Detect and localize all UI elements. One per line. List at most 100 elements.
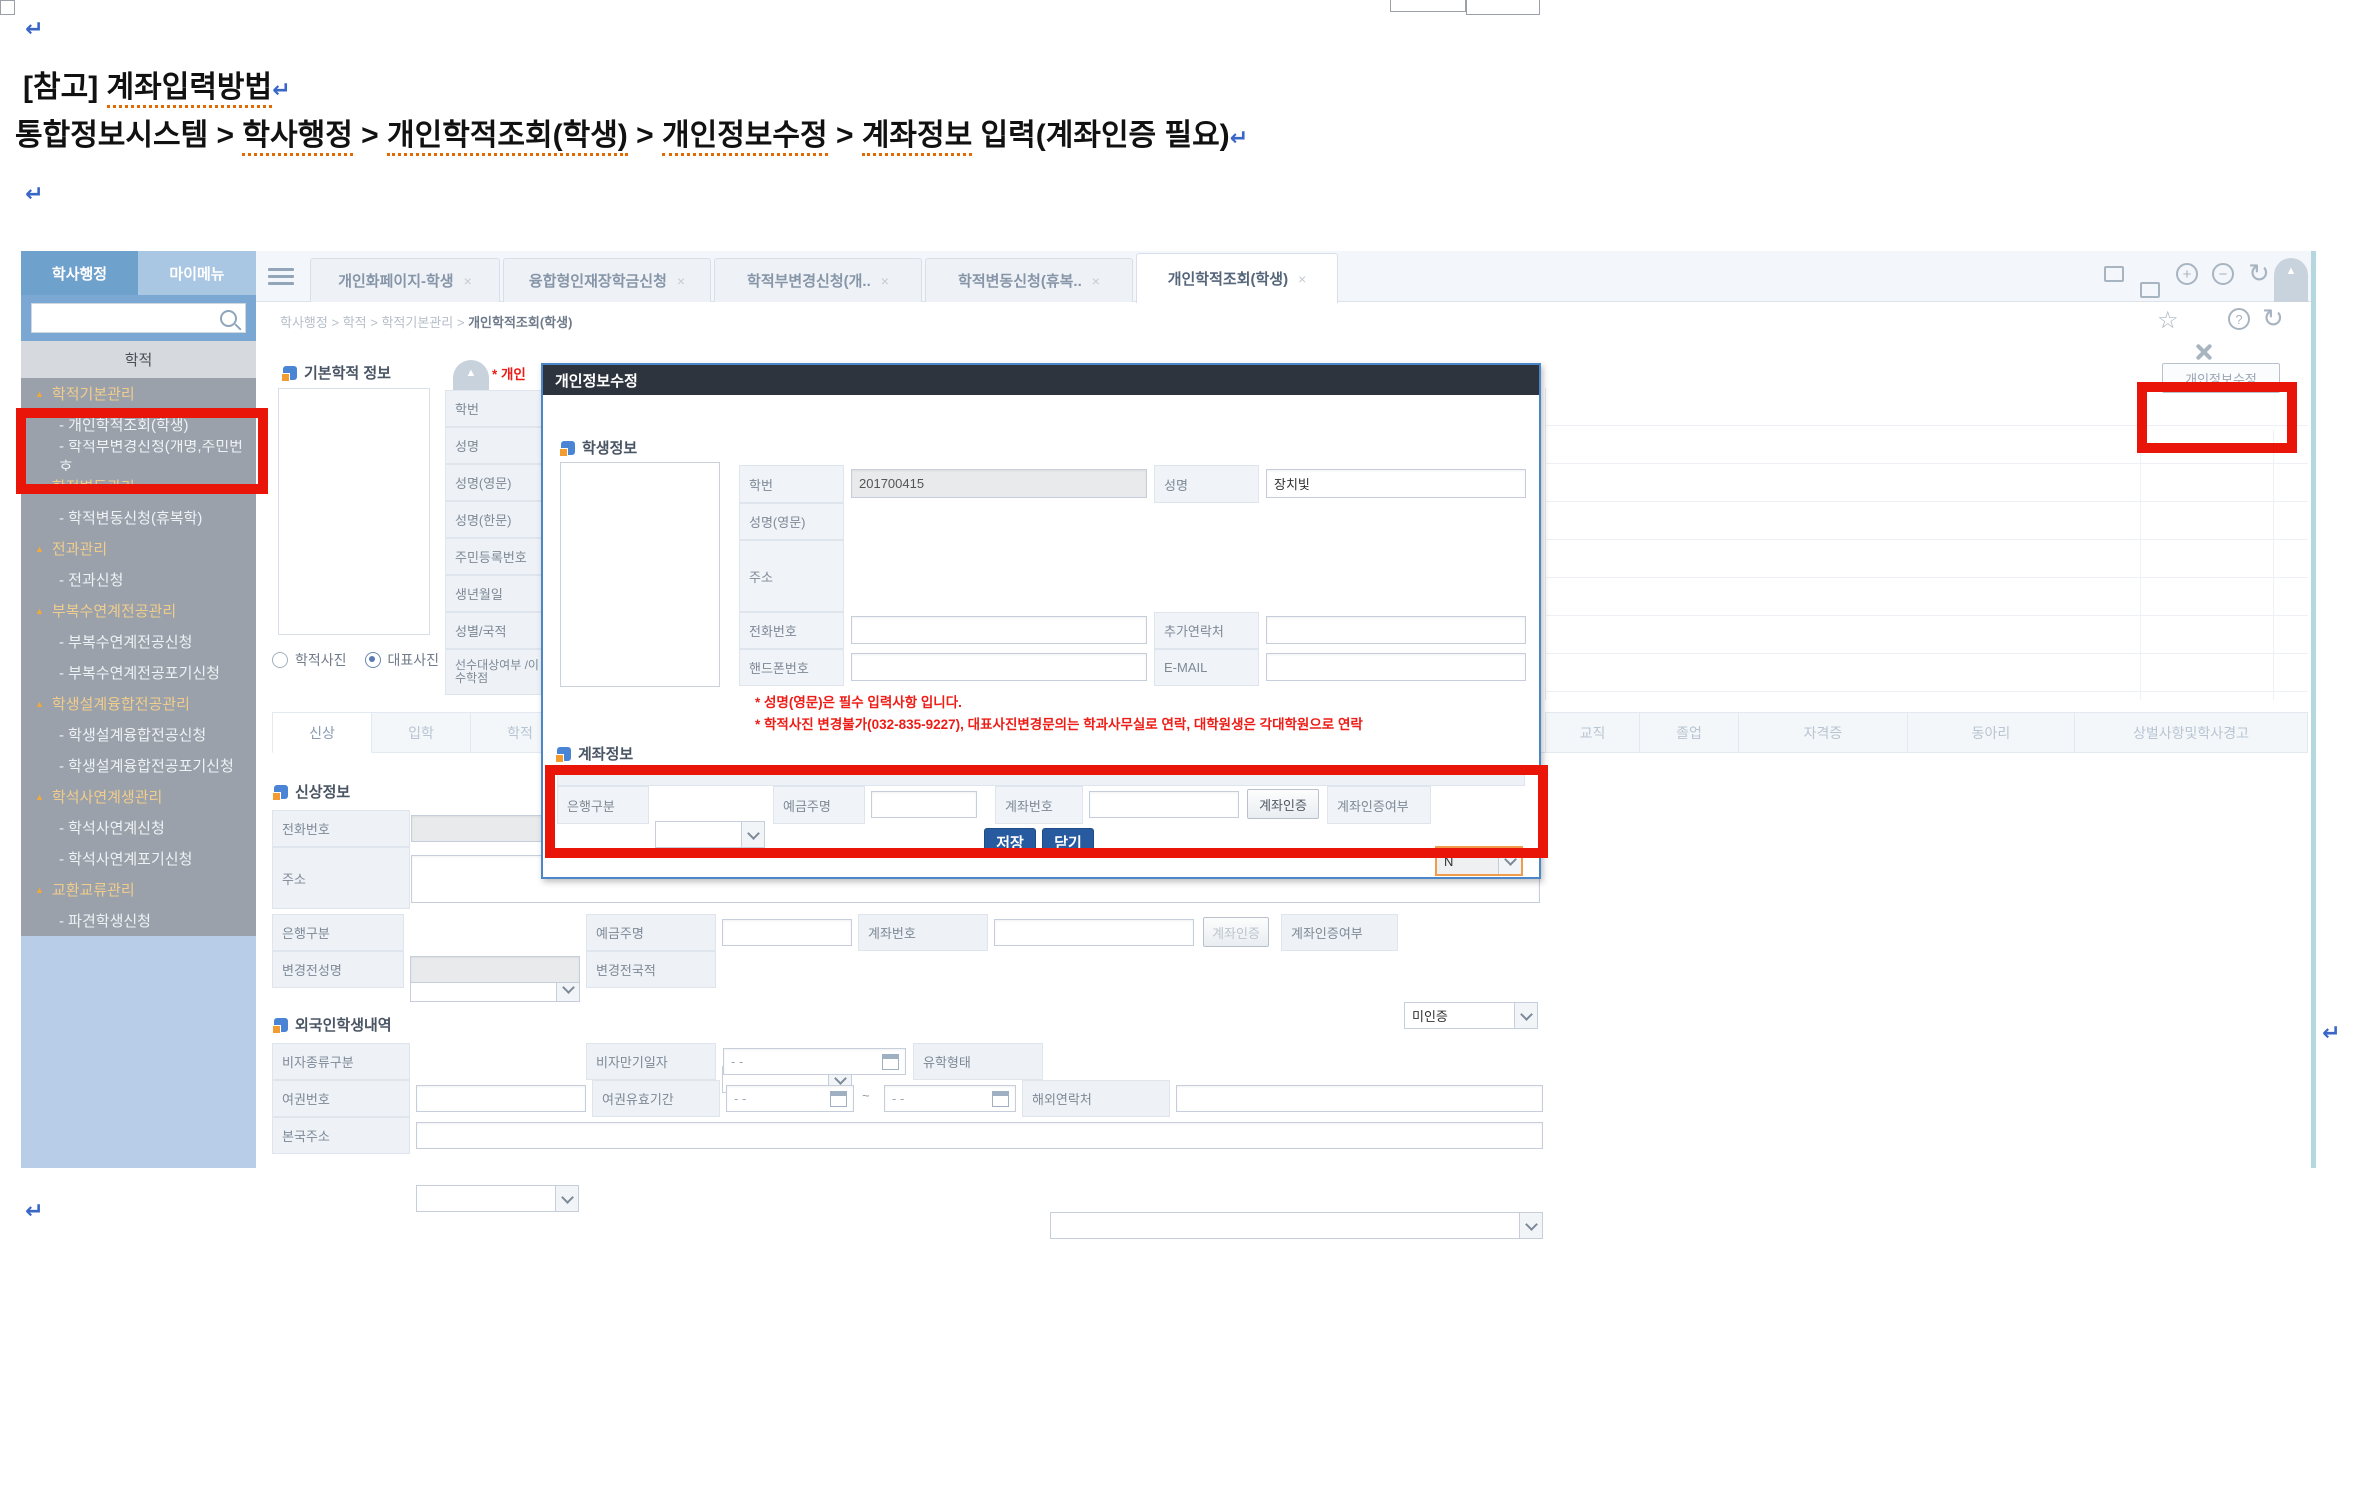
tab-gyojik[interactable]: 교직	[1545, 712, 1640, 753]
tab-leave-return[interactable]: 학적변동신청(휴복..×	[925, 258, 1133, 302]
radio-label: 학적사진	[295, 650, 347, 670]
hamburger-icon[interactable]	[268, 264, 294, 289]
field-label: 전화번호	[739, 612, 844, 649]
sidebar-item-label: - 학석사연계포기신청	[59, 848, 192, 869]
sidebar-item-designed-major-cancel[interactable]: - 학생설계융합전공포기신청	[21, 750, 256, 781]
tab-personal-page[interactable]: 개인화페이지-학생×	[310, 258, 500, 302]
linebreak-mark: ↵	[25, 1200, 43, 1222]
sidebar-item-combined-degree-mgmt[interactable]: ▲학석사연계생관리	[21, 781, 256, 812]
sidebar-footer	[21, 936, 256, 1168]
sidebar-tab-mymenu[interactable]: 마이메뉴	[138, 251, 256, 295]
verified-select[interactable]: 미인증	[1404, 1002, 1538, 1029]
tab-dongari[interactable]: 동아리	[1907, 712, 2075, 753]
collapse-handle[interactable]: ▲	[2274, 258, 2308, 302]
tab-scholarship[interactable]: 융합형인재장학금신청 ×	[503, 258, 711, 302]
field-label: 비자만기일자	[586, 1043, 716, 1080]
calendar-icon[interactable]	[830, 1091, 847, 1107]
favorite-star-icon[interactable]: ☆	[2157, 306, 2179, 335]
window-icon[interactable]	[2104, 266, 2124, 282]
radio-hakjeok-photo[interactable]	[272, 652, 288, 668]
doc-title-prefix: [참고]	[23, 71, 107, 104]
breadcrumb-sep: >	[331, 315, 339, 330]
tab-sangbeol[interactable]: 상벌사항및학사경고	[2074, 712, 2308, 753]
search-input[interactable]	[31, 303, 246, 333]
close-icon[interactable]: ×	[881, 273, 889, 289]
linebreak-mark: ↵	[272, 77, 290, 102]
sidebar-item-minor-apply[interactable]: - 부복수연계전공신청	[21, 626, 256, 657]
calendar-icon[interactable]	[992, 1091, 1009, 1107]
path-seg: 입력(계좌인증 필요)	[972, 119, 1229, 152]
email-input[interactable]	[1266, 653, 1526, 681]
sidebar-item-leave-return[interactable]: - 학적변동신청(휴복학)	[21, 502, 256, 533]
sidebar-item-minor-cancel[interactable]: - 부복수연계전공포기신청	[21, 657, 256, 688]
sidebar-item-exchange-mgmt[interactable]: ▲교환교류관리	[21, 874, 256, 905]
photo-note: * 학적사진 변경불가(032-835-9227), 대표사진변경문의는 학과사…	[755, 713, 1363, 733]
close-icon[interactable]: ×	[1092, 273, 1100, 289]
tab-personal-record-active[interactable]: 개인학적조회(학생)×	[1136, 253, 1338, 303]
refresh-icon[interactable]: ↻	[2248, 258, 2270, 289]
tab-joleop[interactable]: 졸업	[1639, 712, 1739, 753]
tab-record-change[interactable]: 학적부변경신청(개..×	[714, 258, 922, 302]
panel-collapse-handle[interactable]: ▲	[453, 360, 489, 394]
close-icon[interactable]: ×	[464, 273, 472, 289]
holder-input[interactable]	[722, 919, 852, 946]
passport-valid-from-input[interactable]: - -	[726, 1085, 854, 1112]
sidebar-item-label: 전과관리	[52, 538, 107, 559]
sidebar-item-designed-major-mgmt[interactable]: ▲학생설계융합전공관리	[21, 688, 256, 719]
path-seg: 통합정보시스템	[15, 119, 208, 152]
sidebar-tab-haksa[interactable]: 학사행정	[21, 251, 138, 295]
close-icon[interactable]: ×	[677, 273, 685, 289]
sidebar-item-hakjeok-basic[interactable]: ▲학적기본관리	[21, 378, 256, 409]
reload-icon[interactable]: ↻	[2262, 303, 2284, 334]
mobile-input[interactable]	[851, 653, 1147, 681]
sidebar-item-dispatch-apply[interactable]: - 파견학생신청	[21, 905, 256, 936]
sidebar-item-minor-mgmt[interactable]: ▲부복수연계전공관리	[21, 595, 256, 626]
name-input[interactable]: 장치빛	[1266, 469, 1526, 498]
overseas-contact-input[interactable]	[1176, 1085, 1543, 1112]
visa-expiry-date-input[interactable]: - -	[723, 1048, 906, 1075]
account-number-input[interactable]	[994, 919, 1194, 946]
table-cell-fragment	[2140, 430, 2274, 700]
sidebar-item-combined-degree-apply[interactable]: - 학석사연계신청	[21, 812, 256, 843]
section-icon	[274, 785, 288, 799]
window-close-icon[interactable]	[2140, 282, 2160, 298]
photo-box	[278, 388, 430, 635]
search-icon[interactable]	[220, 310, 237, 327]
path-seg: 개인정보수정	[662, 119, 828, 156]
passport-number-input[interactable]	[416, 1085, 586, 1112]
linebreak-mark: ↵	[2322, 1022, 2340, 1044]
breadcrumb-sep: >	[370, 315, 378, 330]
study-form-select[interactable]	[1050, 1212, 1543, 1239]
tools-icon[interactable]	[2192, 340, 2216, 364]
sidebar-item-designed-major-apply[interactable]: - 학생설계융합전공신청	[21, 719, 256, 750]
close-icon[interactable]: ×	[1298, 271, 1306, 287]
help-icon[interactable]: ?	[2228, 308, 2250, 330]
sidebar-item-transfer-apply[interactable]: - 전과신청	[21, 564, 256, 595]
extra-contact-input[interactable]	[1266, 616, 1526, 644]
passport-valid-to-input[interactable]: - -	[884, 1085, 1016, 1112]
field-label: 생년월일	[445, 575, 545, 612]
date-placeholder: - -	[892, 1091, 904, 1106]
modal-titlebar[interactable]: 개인정보수정	[543, 365, 1539, 395]
calendar-icon[interactable]	[882, 1054, 899, 1070]
doc-title: [참고] 계좌입력방법↵	[23, 62, 291, 106]
sidebar-item-combined-degree-cancel[interactable]: - 학석사연계포기신청	[21, 843, 256, 874]
tab-ipak[interactable]: 입학	[371, 712, 471, 753]
account-verify-button[interactable]: 계좌인증	[1203, 917, 1269, 947]
zoom-in-icon[interactable]: +	[2176, 263, 2198, 285]
radio-main-photo[interactable]	[365, 652, 381, 668]
home-address-input[interactable]	[416, 1122, 1543, 1149]
modal-phone-input[interactable]	[851, 616, 1147, 644]
tab-label: 융합형인재장학금신청	[529, 270, 667, 291]
zoom-out-icon[interactable]: −	[2212, 263, 2234, 285]
sidebar-item-transfer-mgmt[interactable]: ▲전과관리	[21, 533, 256, 564]
visa-type-select[interactable]	[416, 1185, 579, 1212]
date-placeholder: - -	[731, 1054, 743, 1069]
hidden-note-fragment: * 개인	[492, 363, 526, 383]
student-id-input[interactable]: 201700415	[851, 469, 1147, 498]
modal-photo-box	[560, 462, 720, 687]
tab-sinsang[interactable]: 신상	[272, 712, 372, 753]
tab-jagyeokjeung[interactable]: 자격증	[1738, 712, 1908, 753]
annotation-box-account-section	[545, 765, 1548, 858]
prev-name-input[interactable]	[410, 956, 580, 983]
